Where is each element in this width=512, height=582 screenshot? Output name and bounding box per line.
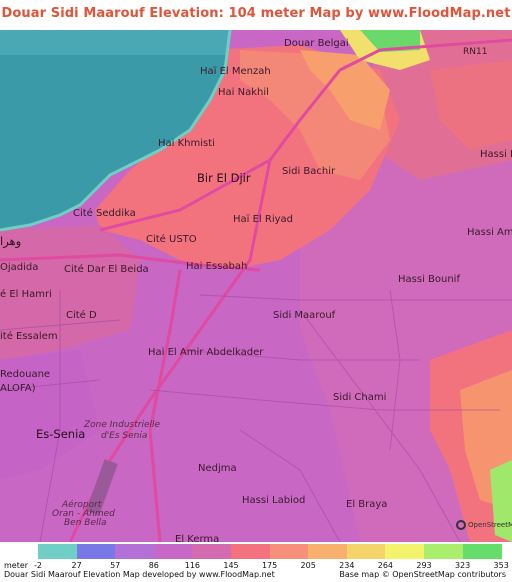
place-label: Cité USTO bbox=[146, 234, 197, 245]
legend-tick-label: 27 bbox=[71, 561, 82, 570]
place-label: El Kerma bbox=[175, 534, 220, 542]
place-label: Hai Khmisti bbox=[158, 138, 215, 149]
legend-swatch bbox=[346, 544, 386, 559]
place-label: Hai Essabah bbox=[186, 261, 248, 272]
map-title: Douar Sidi Maarouf Elevation: 104 meter … bbox=[0, 0, 512, 49]
road-label: RN11 bbox=[463, 47, 488, 57]
place-label: Bir El Djir bbox=[197, 171, 251, 185]
zone-label: d'Es Senia bbox=[101, 431, 148, 441]
place-label: Hai Nakhil bbox=[218, 87, 269, 98]
place-label: Sidi Maarouf bbox=[273, 310, 336, 321]
place-label: Cité D bbox=[66, 310, 97, 321]
place-label: Cité Dar El Beida bbox=[64, 264, 149, 275]
elevation-map[interactable]: Douar Belgai RN11 Haï El Menzah Hai Nakh… bbox=[0, 30, 512, 542]
place-label: Hai El Amir Abdelkader bbox=[148, 347, 264, 358]
legend-tick-label: 205 bbox=[300, 561, 316, 570]
magnifier-icon bbox=[456, 520, 466, 530]
place-label: Hassi Labiod bbox=[242, 495, 306, 506]
place-label: Hassi B bbox=[480, 149, 512, 160]
place-label: Douar Belgai bbox=[284, 38, 349, 49]
legend-tick-label: 293 bbox=[416, 561, 432, 570]
legend-swatch bbox=[424, 544, 464, 559]
place-label: El Braya bbox=[346, 499, 388, 510]
place-label: Es-Senia bbox=[36, 427, 86, 441]
legend-tick-label: 234 bbox=[339, 561, 355, 570]
zone-label: Zone Industrielle bbox=[84, 420, 161, 430]
legend-tick-label: 175 bbox=[261, 561, 278, 570]
legend-swatch bbox=[231, 544, 271, 559]
legend-swatch bbox=[462, 544, 502, 559]
legend-tick-label: 323 bbox=[454, 561, 471, 570]
place-label: Sidi Chami bbox=[333, 392, 387, 403]
place-label: Hassi Am bbox=[467, 227, 512, 238]
legend-tick-label: 116 bbox=[184, 561, 201, 570]
place-label: ALOFA) bbox=[0, 383, 36, 394]
legend-swatch bbox=[192, 544, 232, 559]
place-label: Redouane bbox=[0, 369, 51, 380]
place-label: Sidi Bachir bbox=[282, 166, 336, 177]
place-label: Ojadida bbox=[0, 262, 39, 273]
place-label: é El Hamri bbox=[0, 289, 52, 300]
place-label: Hassi Bounif bbox=[398, 274, 460, 285]
place-label: Nedjma bbox=[198, 463, 237, 474]
osm-text: OpenStreetMap bbox=[468, 521, 512, 529]
legend-tick-label: 353 bbox=[493, 561, 509, 570]
map-canvas bbox=[0, 30, 512, 542]
sea-shallow bbox=[0, 30, 230, 55]
legend-swatch bbox=[308, 544, 348, 559]
legend-swatch bbox=[76, 544, 116, 559]
footer-basemap[interactable]: Base map © OpenStreetMap contributors bbox=[339, 570, 506, 579]
place-label: Cité Seddika bbox=[73, 208, 136, 219]
legend-swatch bbox=[269, 544, 309, 559]
legend-swatch bbox=[153, 544, 193, 559]
legend-unit: meter bbox=[4, 561, 29, 570]
osm-attribution[interactable]: OpenStreetMap bbox=[456, 520, 512, 530]
legend-swatch bbox=[38, 544, 78, 559]
legend-tick-label: 57 bbox=[110, 561, 121, 570]
legend-swatch bbox=[385, 544, 425, 559]
footer-credit: Douar Sidi Maarouf Elevation Map develop… bbox=[4, 570, 275, 579]
legend-tick-label: 86 bbox=[148, 561, 159, 570]
airport-label: Ben Bella bbox=[64, 518, 107, 528]
place-label: Haï El Riyad bbox=[233, 214, 293, 225]
legend-tick-label: 264 bbox=[377, 561, 394, 570]
legend-tick-label: 145 bbox=[223, 561, 239, 570]
place-label: وهرا bbox=[0, 234, 22, 248]
legend-swatch bbox=[115, 544, 155, 559]
elevation-legend: meter -2 27 57 86 116 145 175 205 234 264 293 323 35… bbox=[0, 542, 512, 582]
place-label: ité Essalem bbox=[0, 331, 58, 342]
legend-tick-label: -2 bbox=[34, 561, 42, 570]
place-label: Haï El Menzah bbox=[200, 66, 271, 77]
